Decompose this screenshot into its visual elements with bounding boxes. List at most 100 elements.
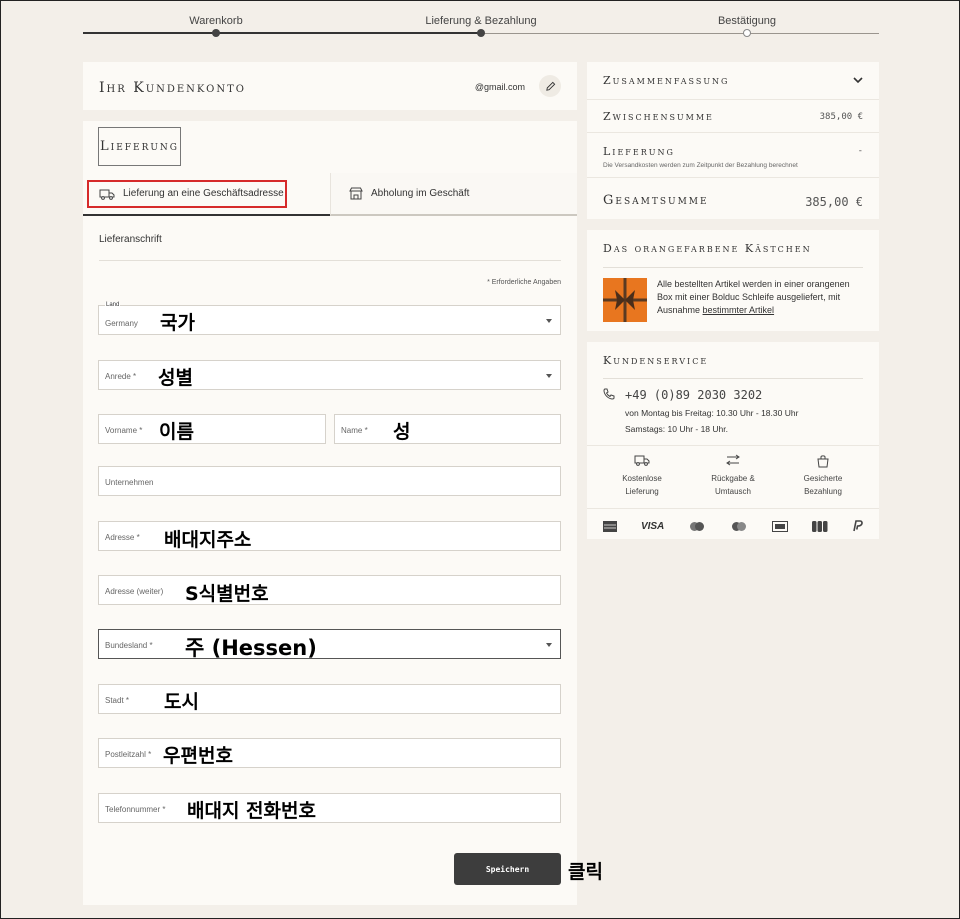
divider [603, 378, 863, 379]
divider [587, 445, 879, 446]
address2-field[interactable]: Adresse (weiter) [98, 575, 561, 605]
state-select[interactable]: Bundesland * [98, 629, 561, 659]
jcb-icon [812, 520, 828, 532]
orange-box-link[interactable]: bestimmter Artikel [703, 305, 775, 315]
step-lieferung: Lieferung & Bezahlung [425, 15, 537, 27]
annotation-state: 주 (Hessen) [185, 636, 317, 660]
firstname-field[interactable]: Vorname * [98, 414, 326, 444]
service-free-delivery[interactable]: Kostenlose Lieferung [597, 454, 687, 498]
service-hours-saturday: Samstags: 10 Uhr - 18 Uhr. [625, 424, 728, 434]
delivery-tabs: Lieferung an eine Geschäftsadresse Abhol… [83, 173, 577, 216]
divider [99, 260, 561, 261]
truck-icon [634, 455, 650, 466]
service-free-delivery-line1: Kostenlose [622, 474, 662, 483]
salutation-label: Anrede * [105, 372, 137, 381]
annotation-firstname: 이름 [159, 421, 194, 443]
annotation-city: 도시 [164, 691, 199, 713]
exchange-arrows-icon [726, 454, 740, 466]
pencil-icon [545, 81, 555, 91]
phone-icon [603, 388, 615, 400]
annotation-country: 국가 [160, 312, 195, 334]
annotation-zip: 우편번호 [163, 745, 233, 767]
account-title: Ihr Kundenkonto [99, 80, 246, 96]
service-secure-payment-line2: Bezahlung [804, 487, 842, 496]
step-bestaetigung: Bestätigung [717, 15, 777, 27]
summary-panel: Zusammenfassung Zwischensumme 385,00 € L… [587, 62, 879, 219]
chevron-down-icon [546, 643, 552, 647]
subtotal-row: Zwischensumme 385,00 € [587, 100, 879, 133]
tab-store-pickup[interactable]: Abholung im Geschäft [330, 173, 577, 216]
phone-label: Telefonnummer * [105, 805, 166, 814]
secure-bag-icon [817, 455, 829, 468]
service-returns-line2: Umtausch [714, 487, 751, 496]
lastname-label: Name * [341, 426, 368, 435]
orange-box-title: Das orangefarbene Kästchen [603, 242, 812, 255]
total-label: Gesamtsumme [603, 193, 709, 208]
service-secure-payment-line1: Gesicherte [803, 474, 843, 483]
checkout-stepper: Warenkorb Lieferung & Bezahlung Bestätig… [83, 1, 879, 41]
orange-box-text-block: Alle bestellten Artikel werden in einer … [657, 278, 863, 317]
address-label: Adresse * [105, 533, 140, 542]
amex-card-icon [603, 520, 617, 532]
step-dot-current [477, 29, 485, 37]
payment-methods: VISA [603, 518, 863, 534]
annotation-highlight-box [87, 180, 287, 208]
subtotal-value: 385,00 € [819, 112, 863, 122]
paypal-icon [853, 520, 863, 532]
state-label: Bundesland * [105, 641, 153, 650]
annotation-click: 클릭 [568, 861, 603, 883]
chevron-down-icon [546, 374, 552, 378]
phone-field[interactable]: Telefonnummer * [98, 793, 561, 823]
tab-store-pickup-label: Abholung im Geschäft [371, 188, 470, 199]
summary-header[interactable]: Zusammenfassung [587, 62, 879, 100]
section-label: Lieferanschrift [99, 234, 162, 245]
visa-icon: VISA [640, 520, 665, 532]
divider [603, 267, 863, 268]
ribbon-icon [603, 278, 647, 322]
service-secure-payment[interactable]: Gesicherte Bezahlung [778, 454, 868, 498]
delivery-cost-label: Lieferung [603, 145, 675, 158]
required-note: * Erforderliche Angaben [487, 279, 561, 286]
city-label: Stadt * [105, 696, 130, 705]
annotation-phone: 배대지 전화번호 [187, 800, 316, 822]
store-icon [349, 187, 363, 200]
service-returns[interactable]: Rückgabe & Umtausch [688, 454, 778, 498]
firstname-label: Vorname * [105, 426, 143, 435]
chevron-down-icon [546, 319, 552, 323]
company-label: Unternehmen [105, 478, 154, 487]
zip-label: Postleitzahl * [105, 750, 152, 759]
service-title: Kundenservice [603, 354, 709, 367]
service-hours-weekday: von Montag bis Freitag: 10.30 Uhr - 18.3… [625, 408, 799, 418]
company-field[interactable]: Unternehmen [98, 466, 561, 496]
service-phone[interactable]: +49 (0)89 2030 3202 [625, 388, 762, 402]
delivery-row: Lieferung - Die Versandkosten werden zum… [587, 133, 879, 178]
orange-box-image [603, 278, 647, 322]
maestro-icon [732, 521, 747, 531]
edit-account-button[interactable] [539, 75, 561, 97]
address2-label: Adresse (weiter) [105, 587, 164, 596]
total-value: 385,00 € [805, 195, 863, 209]
stepper-progress [83, 32, 481, 34]
delivery-title: Lieferung [98, 127, 181, 166]
annotation-salutation: 성별 [158, 367, 193, 389]
step-dot-done [212, 29, 220, 37]
lastname-field[interactable]: Name * [334, 414, 561, 444]
annotation-address: 배대지주소 [164, 529, 252, 551]
carte-bancaire-icon [772, 520, 789, 532]
service-panel: Kundenservice +49 (0)89 2030 3202 von Mo… [587, 342, 879, 539]
annotation-lastname: 성 [393, 421, 411, 443]
account-panel: Ihr Kundenkonto @gmail.com [83, 62, 577, 110]
step-dot-pending [743, 29, 751, 37]
country-value: Germany [105, 319, 138, 328]
country-label: Land [105, 302, 121, 308]
delivery-cost-note: Die Versandkosten werden zum Zeitpunkt d… [603, 162, 798, 169]
delivery-panel: Lieferung Lieferung an eine Geschäftsadr… [83, 121, 577, 905]
service-returns-line1: Rückgabe & [711, 474, 755, 483]
step-warenkorb[interactable]: Warenkorb [189, 15, 242, 27]
mastercard-icon [690, 521, 705, 531]
total-row: Gesamtsumme 385,00 € [587, 178, 879, 219]
summary-title: Zusammenfassung [603, 74, 730, 87]
account-email: @gmail.com [474, 82, 525, 92]
save-button[interactable]: Speichern [454, 853, 561, 885]
divider [587, 508, 879, 509]
